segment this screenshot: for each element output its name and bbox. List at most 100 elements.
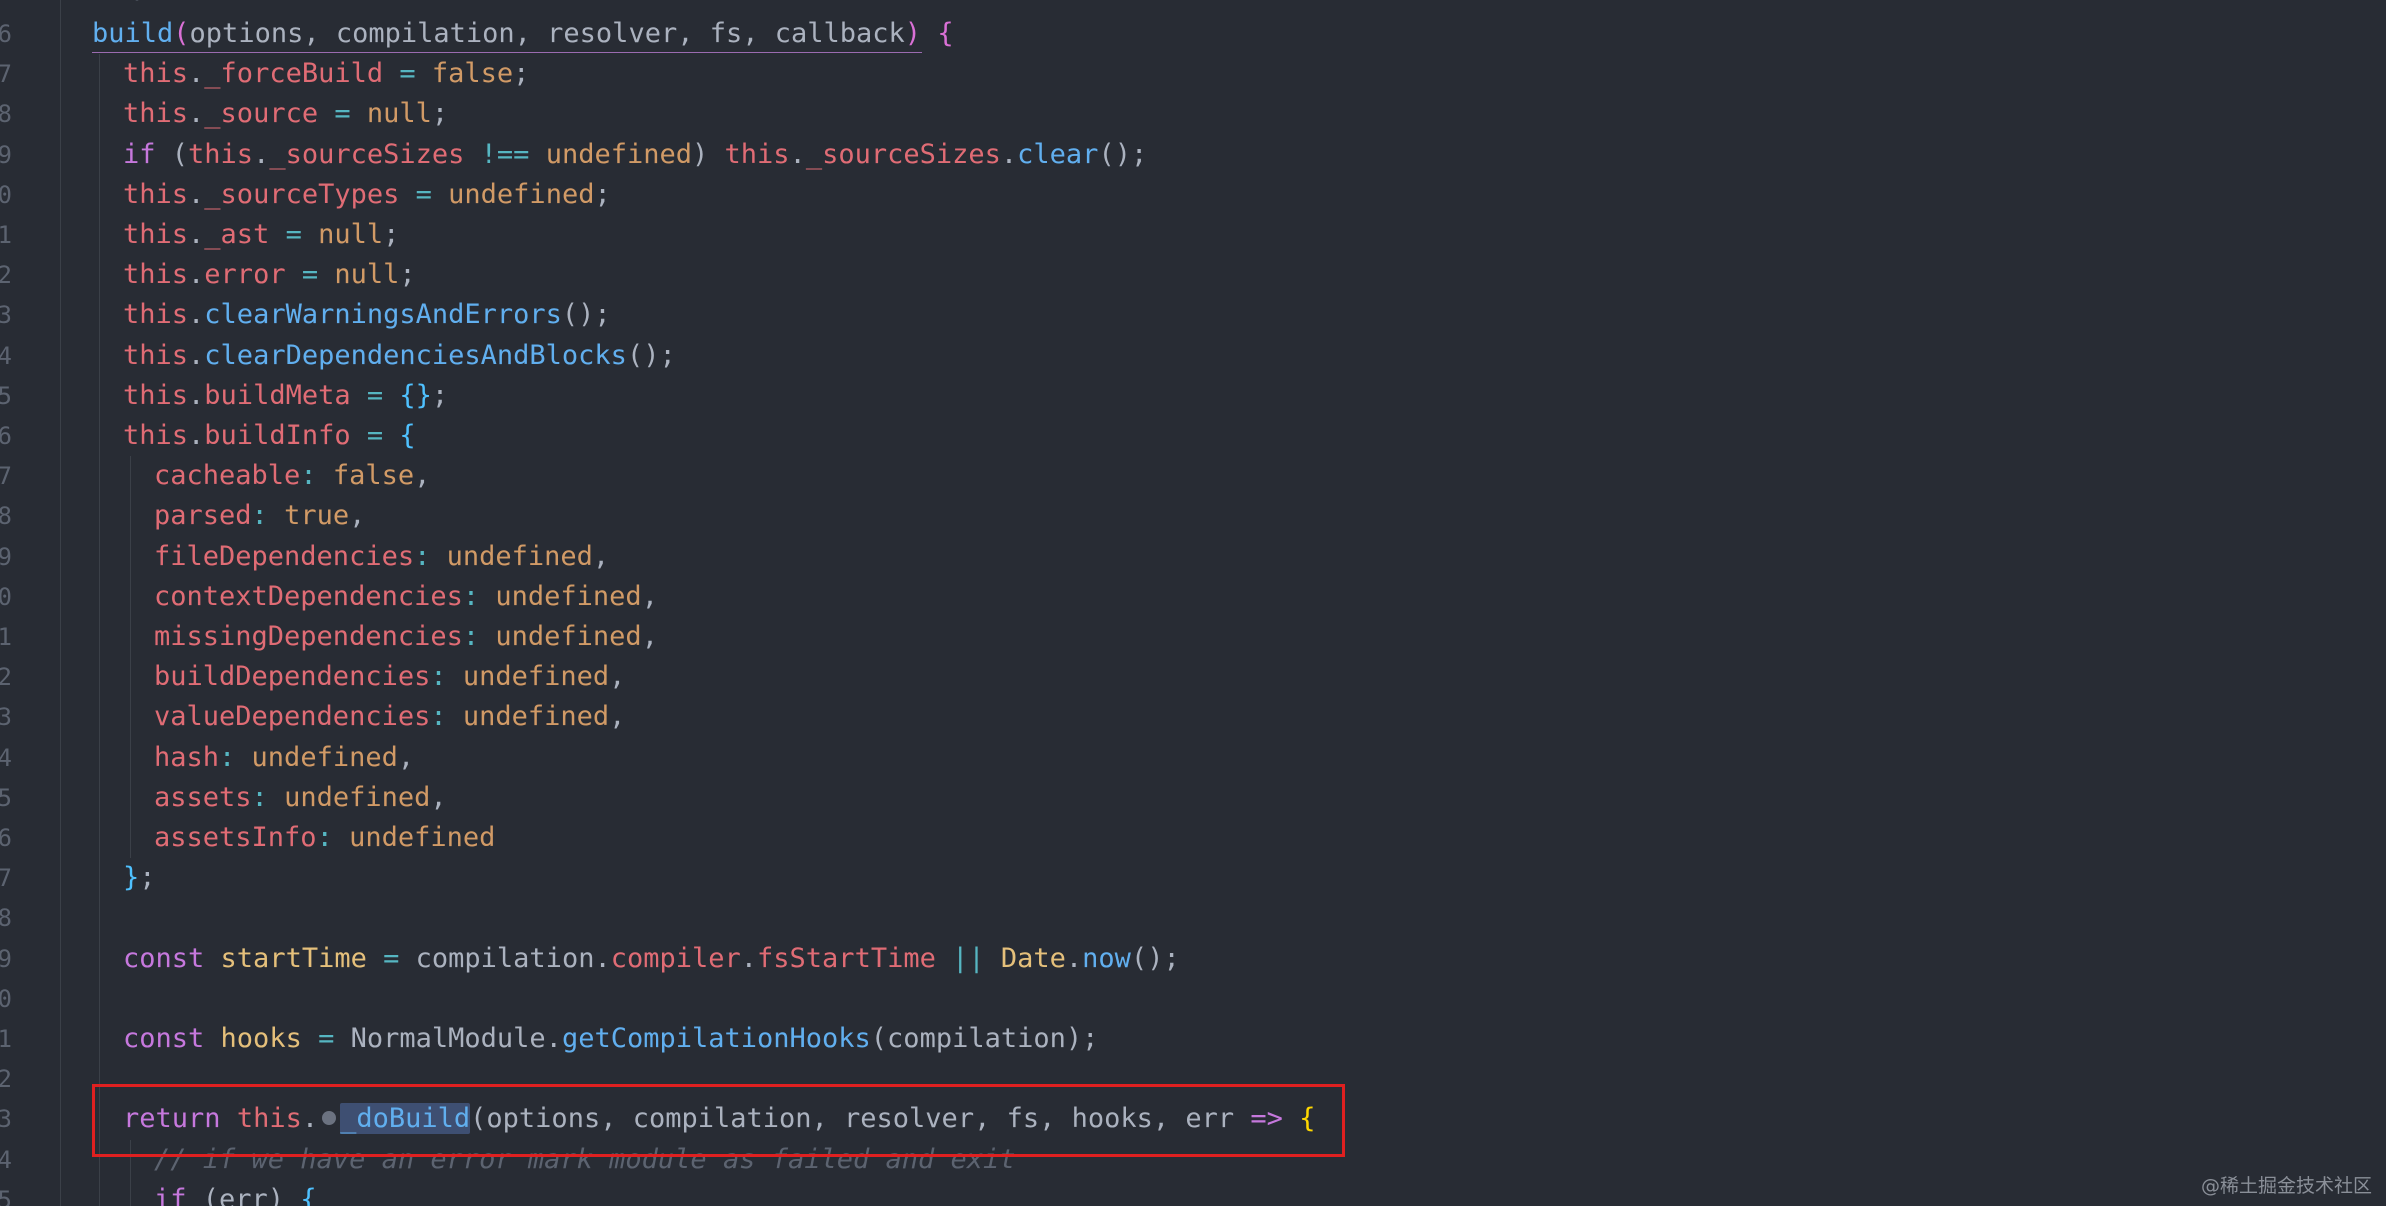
code-line[interactable]: this.buildMeta = {}; bbox=[123, 376, 448, 416]
code-token: , bbox=[349, 500, 366, 532]
code-token: error bbox=[204, 259, 286, 291]
code-token: ( bbox=[155, 138, 189, 170]
code-line[interactable]: missingDependencies: undefined, bbox=[154, 617, 658, 657]
code-token: cacheable bbox=[154, 460, 301, 492]
code-token: . bbox=[1065, 942, 1083, 974]
code-token: compilation. bbox=[415, 942, 611, 974]
code-token: : bbox=[462, 621, 496, 652]
code-area[interactable]: */ build(options, compilation, resolver,… bbox=[0, 0, 2386, 1206]
code-token: = bbox=[269, 219, 319, 250]
code-token: !== bbox=[464, 138, 546, 170]
code-token: _forceBuild bbox=[204, 58, 384, 90]
code-token: . bbox=[188, 98, 205, 130]
code-token: undefined bbox=[349, 822, 496, 853]
code-token: this bbox=[123, 299, 189, 331]
code-token: startTime bbox=[220, 942, 367, 974]
code-token: {} bbox=[399, 379, 432, 411]
code-line[interactable]: this.clearDependenciesAndBlocks(); bbox=[123, 336, 676, 376]
code-token: _source bbox=[204, 98, 319, 130]
code-line[interactable]: assetsInfo: undefined bbox=[154, 818, 495, 858]
code-line[interactable]: const hooks = NormalModule.getCompilatio… bbox=[123, 1019, 1098, 1059]
code-token: buildDependencies bbox=[154, 661, 431, 693]
code-line[interactable]: this._source = null; bbox=[123, 94, 448, 134]
code-token: = bbox=[350, 379, 400, 411]
code-token: this bbox=[724, 138, 790, 170]
code-token: . bbox=[188, 420, 205, 451]
code-token: : bbox=[219, 741, 252, 773]
code-line[interactable]: parsed: true, bbox=[154, 496, 365, 536]
code-token: contextDependencies bbox=[154, 580, 463, 612]
code-line[interactable]: cacheable: false, bbox=[154, 456, 430, 496]
code-token: assetsInfo bbox=[154, 822, 317, 853]
code-line[interactable]: valueDependencies: undefined, bbox=[154, 697, 625, 737]
code-token: : bbox=[300, 460, 333, 492]
code-line[interactable]: build(options, compilation, resolver, fs… bbox=[92, 14, 954, 54]
code-line[interactable]: hash: undefined, bbox=[154, 738, 414, 778]
code-token: } bbox=[123, 862, 140, 894]
code-token: if bbox=[154, 1183, 187, 1206]
code-line[interactable]: contextDependencies: undefined, bbox=[154, 577, 658, 617]
code-token: compiler bbox=[610, 942, 741, 974]
code-line[interactable]: this.buildInfo = { bbox=[123, 416, 416, 456]
code-line[interactable]: this._sourceTypes = undefined; bbox=[123, 175, 611, 215]
code-token: { bbox=[300, 1183, 317, 1206]
code-token: now bbox=[1082, 942, 1131, 974]
code-line[interactable]: buildDependencies: undefined, bbox=[154, 657, 625, 697]
code-line[interactable]: this.error = null; bbox=[123, 255, 416, 295]
code-token: (compilation); bbox=[870, 1023, 1099, 1054]
code-line[interactable]: if (err) { bbox=[154, 1180, 317, 1206]
code-token: undefined bbox=[545, 138, 692, 170]
code-token: fsStartTime bbox=[757, 942, 936, 974]
bracket-match-underline bbox=[92, 52, 922, 53]
code-token: , bbox=[414, 460, 431, 492]
code-token: : bbox=[316, 822, 350, 853]
code-line[interactable]: this._forceBuild = false; bbox=[123, 54, 529, 94]
code-token: true bbox=[284, 500, 350, 532]
comment-fragment: */ bbox=[118, 0, 151, 5]
code-line[interactable]: }; bbox=[123, 858, 156, 898]
code-editor[interactable]: 678901234567890123456789012345 */ build(… bbox=[0, 0, 2386, 1206]
code-token: = bbox=[318, 98, 367, 130]
code-token: (err) bbox=[186, 1183, 301, 1206]
code-token: : bbox=[251, 500, 285, 532]
code-token: clearWarningsAndErrors bbox=[204, 299, 562, 331]
code-line[interactable]: const startTime = compilation.compiler.f… bbox=[123, 939, 1180, 979]
code-token: = bbox=[350, 420, 400, 451]
gutter-divider bbox=[60, 0, 61, 1206]
code-line[interactable]: this._ast = null; bbox=[123, 215, 399, 255]
code-token: if bbox=[123, 138, 156, 170]
code-token: . bbox=[188, 178, 205, 210]
code-token: . bbox=[253, 138, 270, 170]
code-token: : bbox=[430, 661, 463, 693]
code-token: , bbox=[430, 781, 447, 813]
code-line[interactable]: this.clearWarningsAndErrors(); bbox=[123, 295, 611, 335]
code-token: . bbox=[740, 942, 758, 974]
code-token: undefined bbox=[495, 621, 642, 652]
code-token: , bbox=[641, 621, 658, 652]
code-token: , bbox=[609, 701, 626, 733]
code-token: , bbox=[641, 580, 658, 612]
code-token: this bbox=[123, 420, 189, 451]
code-token: , bbox=[397, 741, 415, 773]
code-token: = bbox=[366, 942, 416, 974]
code-token: null bbox=[334, 259, 400, 291]
code-token: . bbox=[188, 259, 205, 291]
code-line[interactable]: if (this._sourceSizes !== undefined) thi… bbox=[123, 135, 1147, 175]
code-token: , bbox=[609, 661, 626, 693]
code-token: buildMeta bbox=[204, 379, 351, 411]
code-token: ; bbox=[139, 862, 156, 894]
code-token: = bbox=[399, 178, 449, 210]
watermark: @稀土掘金技术社区 bbox=[2200, 1175, 2372, 1197]
code-token: undefined bbox=[448, 178, 595, 210]
code-token: this bbox=[188, 138, 254, 170]
code-token: this bbox=[123, 339, 189, 371]
code-token: ( bbox=[173, 18, 190, 49]
code-line[interactable]: fileDependencies: undefined, bbox=[154, 537, 609, 577]
code-token: || bbox=[935, 942, 1001, 974]
code-token: ) bbox=[692, 138, 725, 170]
code-token: valueDependencies bbox=[154, 701, 431, 733]
code-token: : bbox=[251, 781, 285, 813]
code-line[interactable]: assets: undefined, bbox=[154, 778, 447, 818]
